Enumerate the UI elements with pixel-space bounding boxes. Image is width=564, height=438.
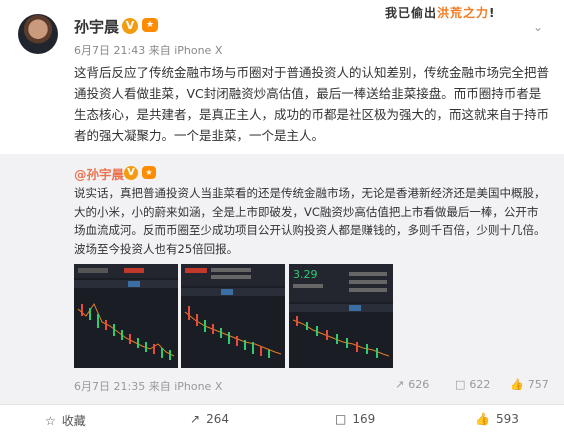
repost-comment-stat[interactable]: □ 622 [455,378,490,391]
stock-chart-thumbnail[interactable] [74,264,178,368]
share-icon: ↗ [395,378,405,391]
vip-badge-icon: ★ [142,18,158,32]
favorite-label: 收藏 [61,414,86,428]
verified-badge-icon: V [122,18,138,34]
repost-button[interactable]: ↗ 264 [190,412,229,426]
stock-chart-thumbnail[interactable]: 3.29 [289,264,393,368]
stock-chart-thumbnail[interactable] [181,264,285,368]
chevron-down-icon[interactable]: ⌄ [533,20,543,34]
post-source: 来自 iPhone X [148,44,223,57]
avatar[interactable] [18,14,58,54]
favorite-button[interactable]: ☆ 收藏 [45,412,86,429]
post-text: 这背后反应了传统金融市场与币圈对于普通投资人的认知差别，传统金融市场完全把普通投… [74,65,550,143]
banner-suffix: ! [489,6,496,20]
repost-source: 来自 iPhone X [148,380,223,393]
repost-like-count: 757 [527,378,549,391]
repost-text: 说实话，真把普通投资人当韭菜看的还是传统金融市场，无论是香港新经济还是美国中概股… [74,186,546,256]
comment-button[interactable]: □ 169 [335,412,375,426]
promo-banner: 我已偷出洪荒之力! [385,4,496,21]
repost-share-stat[interactable]: ↗ 626 [395,378,429,391]
repost-author[interactable]: @孙宇晨 [74,164,124,183]
vip-badge-icon: ★ [142,166,156,179]
banner-highlight: 洪荒之力 [437,6,490,20]
repost-like-stat[interactable]: 👍 757 [510,378,549,391]
author-name[interactable]: 孙宇晨 [74,16,119,37]
banner-text: 我已偷出 [385,6,438,20]
price-label: 3.29 [293,268,318,281]
comment-icon: □ [335,412,347,426]
verified-badge-icon: V [124,166,138,180]
like-count: 593 [495,412,519,426]
comment-icon: □ [455,378,466,391]
repost-share-count: 626 [408,378,430,391]
repost-comment-count: 622 [469,378,491,391]
post-time[interactable]: 6月7日 21:43 [74,44,145,57]
repost-time[interactable]: 6月7日 21:35 [74,380,145,393]
repost-meta: 6月7日 21:35 来自 iPhone X [74,378,222,394]
share-icon: ↗ [190,412,201,426]
repost-count: 264 [206,412,229,426]
repost-badges: V ★ [124,166,156,180]
comment-count: 169 [352,412,376,426]
post-meta: 6月7日 21:43 来自 iPhone X [74,42,222,58]
like-icon: 👍 [510,378,524,391]
like-icon: 👍 [475,412,490,426]
like-button[interactable]: 👍 593 [475,412,519,426]
star-icon: ☆ [45,413,56,428]
